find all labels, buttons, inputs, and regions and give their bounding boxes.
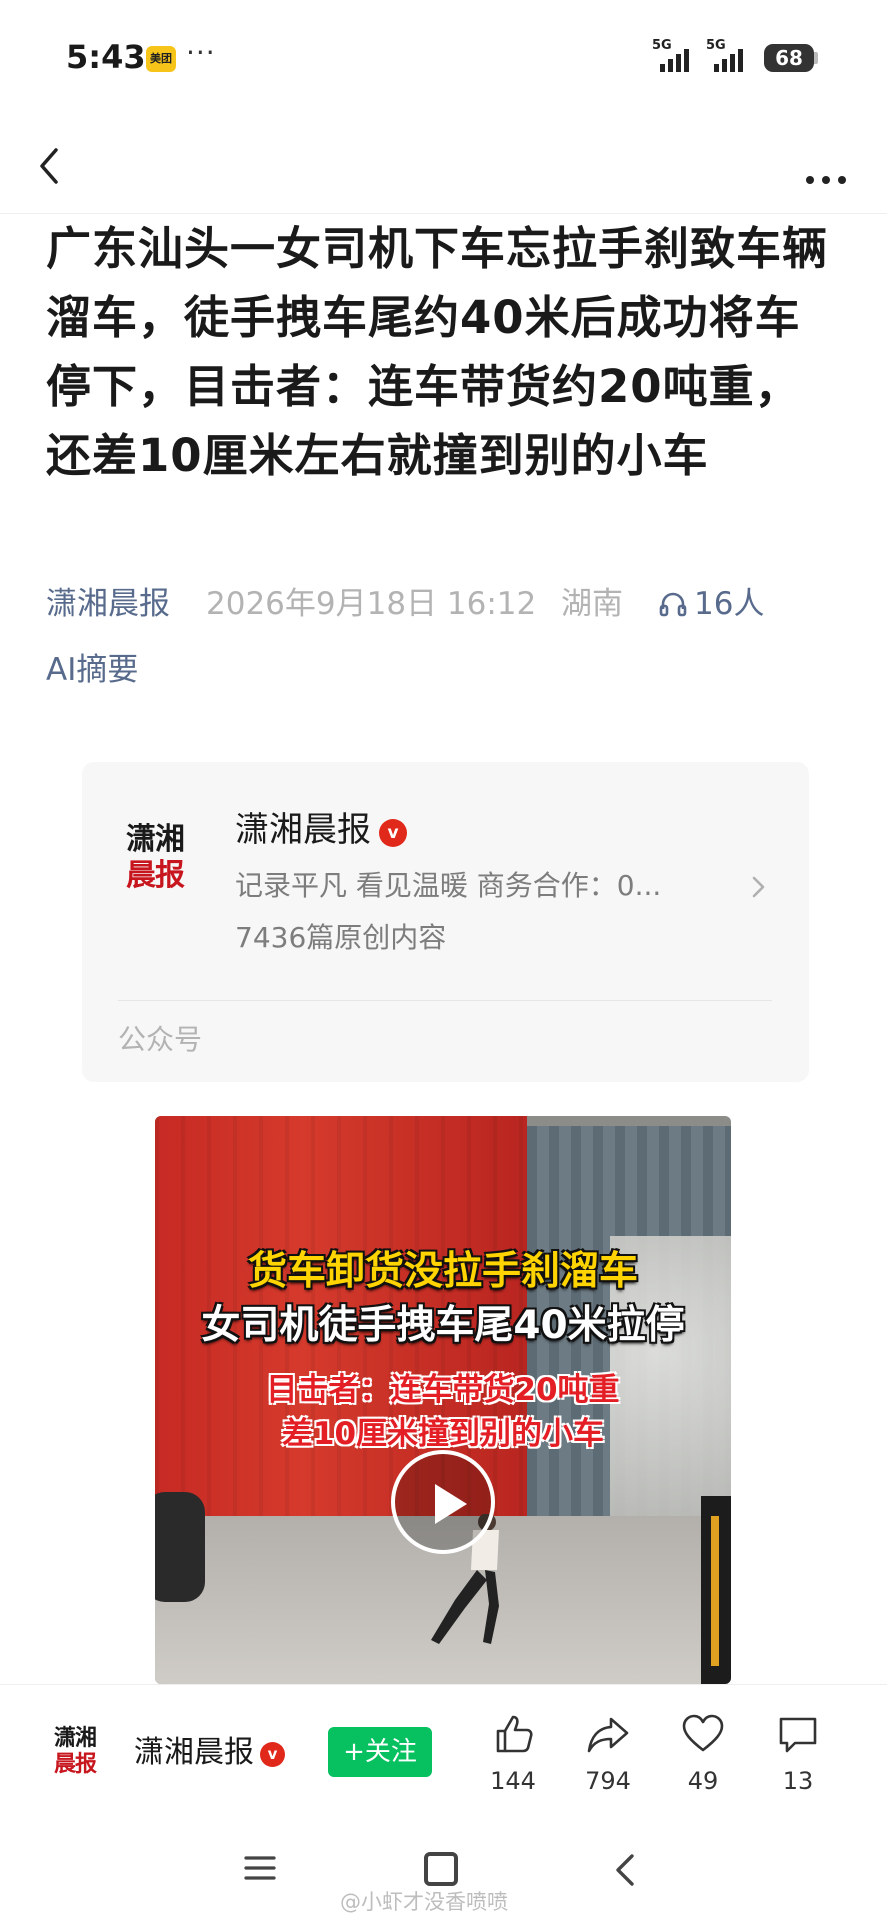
comment-count: 13	[782, 1767, 814, 1795]
share-arrow-icon	[587, 1717, 629, 1753]
account-description: 记录平凡 看见温暖 商务合作：0...	[235, 869, 662, 902]
more-options-button[interactable]	[796, 140, 856, 192]
more-horizontal-icon	[806, 176, 846, 184]
follow-button[interactable]: +关注	[328, 1727, 432, 1777]
account-name: 潇湘晨报 v	[235, 808, 407, 852]
chevron-left-icon	[40, 148, 58, 184]
menu-icon[interactable]	[242, 1852, 278, 1884]
account-type-label: 公众号	[118, 1023, 203, 1056]
publish-date: 2026年9月18日 16:12	[206, 586, 537, 622]
signal-5g-icon: 5G	[652, 38, 700, 72]
video-player[interactable]: 货车卸货没拉手刹溜车 女司机徒手拽车尾40米拉停 目击者：连车带货20吨重 差1…	[155, 1116, 731, 1684]
article-source-link[interactable]: 潇湘晨报	[46, 586, 170, 622]
chevron-right-icon	[752, 876, 765, 898]
logo-text-line2: 晨报	[126, 858, 185, 893]
article-meta: 潇湘晨报 2026年9月18日 16:12 湖南 16人	[46, 582, 846, 626]
verified-icon: v	[260, 1742, 285, 1767]
listen-count-button[interactable]: 16人	[658, 582, 764, 626]
status-time: 5:43	[66, 38, 146, 76]
home-square-icon[interactable]	[424, 1852, 458, 1886]
like-button[interactable]: 144	[473, 1711, 553, 1811]
video-caption-line4: 差10厘米撞到别的小车	[281, 1416, 605, 1452]
top-nav-bar	[0, 118, 887, 214]
play-icon[interactable]	[391, 1450, 495, 1554]
account-name-text: 潇湘晨报	[235, 810, 371, 850]
account-name-bottom[interactable]: 潇湘晨报 v	[134, 1731, 285, 1775]
battery-tip	[814, 52, 818, 64]
ai-summary-link[interactable]: AI摘要	[46, 648, 138, 692]
like-count: 144	[490, 1767, 536, 1795]
account-logo: 潇湘 晨报	[126, 824, 202, 896]
heart-icon	[682, 1714, 724, 1752]
thumbs-up-icon	[496, 1715, 533, 1753]
favorite-count: 49	[687, 1767, 719, 1795]
video-caption-line3: 目击者：连车带货20吨重	[266, 1372, 620, 1408]
video-caption-line2: 女司机徒手拽车尾40米拉停	[201, 1303, 685, 1348]
verified-icon: v	[379, 819, 407, 847]
card-divider	[118, 1000, 772, 1001]
back-triangle-icon[interactable]	[610, 1850, 638, 1890]
account-name-text: 潇湘晨报	[134, 1735, 254, 1770]
logo-text-line1: 潇湘	[126, 822, 185, 857]
publish-region: 湖南	[561, 586, 623, 622]
video-caption-line1: 货车卸货没拉手刹溜车	[247, 1249, 638, 1294]
favorite-button[interactable]: 49	[663, 1711, 743, 1811]
listen-count: 16人	[694, 586, 765, 622]
logo-text-line2: 晨报	[54, 1752, 97, 1777]
original-content-count: 7436篇原创内容	[235, 921, 447, 954]
battery-icon: 68	[764, 44, 814, 72]
official-account-card[interactable]: 潇湘 晨报 潇湘晨报 v 记录平凡 看见温暖 商务合作：0... 7436篇原创内…	[82, 762, 809, 1082]
share-count: 794	[585, 1767, 631, 1795]
share-button[interactable]: 794	[568, 1711, 648, 1811]
weibo-watermark: @小虾才没香喷喷	[340, 1890, 508, 1914]
meituan-notification-icon: 美团	[146, 46, 176, 72]
logo-text-line1: 潇湘	[54, 1726, 97, 1751]
back-button[interactable]	[24, 138, 80, 194]
bottom-action-bar: 潇湘 晨报 潇湘晨报 v +关注 144 794 49 13	[0, 1684, 887, 1832]
comment-bubble-icon	[779, 1717, 817, 1753]
headphones-icon	[659, 592, 687, 617]
account-logo-small[interactable]: 潇湘 晨报	[54, 1727, 110, 1779]
status-bar: 5:43 美团 ··· 5G 5G 68	[0, 0, 887, 118]
more-notifications-icon: ···	[186, 36, 216, 69]
article-title: 广东汕头一女司机下车忘拉手刹致车辆溜车，徒手拽车尾约40米后成功将车停下，目击者…	[46, 222, 829, 482]
signal-5g-icon: 5G	[706, 38, 754, 72]
comment-button[interactable]: 13	[758, 1711, 838, 1811]
